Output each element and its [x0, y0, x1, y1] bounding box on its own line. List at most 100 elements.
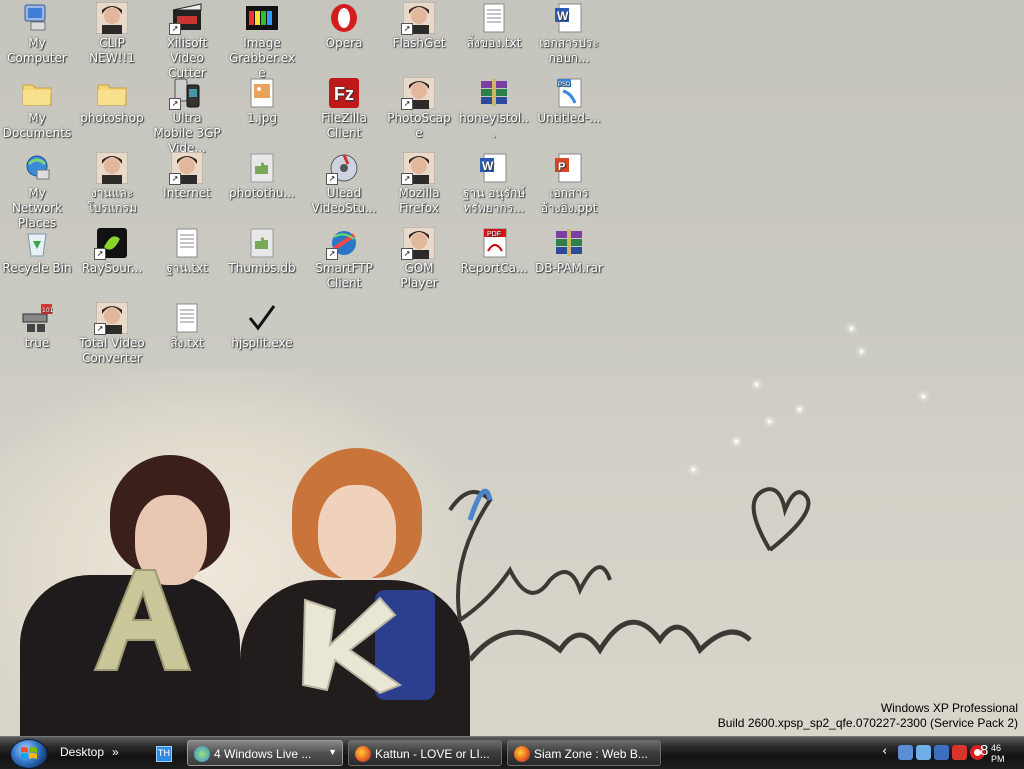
desktop-icon[interactable]: Recycle Bin [0, 227, 74, 276]
desktop-icon-label: SmartFTP Client [315, 261, 373, 290]
desktop-icon[interactable]: W เอกสารประกอบก... [532, 2, 606, 66]
sparkle [922, 395, 925, 398]
rar-archive-icon [478, 77, 510, 109]
desktop-icon-label: ReportCa... [460, 261, 528, 275]
firefox-icon [514, 746, 530, 762]
svg-text:W: W [557, 9, 569, 23]
desktop-icon[interactable]: Total Video Converter [75, 301, 149, 366]
desktop-icon[interactable]: สิ่ง.txt [150, 302, 224, 351]
desktop-icon[interactable]: RaySour... [75, 227, 149, 276]
dropdown-arrow-icon: ▼ [328, 747, 337, 757]
desktop-icon[interactable]: Opera [307, 2, 381, 51]
taskbar-button-siam-zone[interactable]: Siam Zone : Web B... [507, 740, 661, 766]
task-label: Siam Zone : Web B... [534, 747, 648, 761]
desktop-icon[interactable]: Ulead VideoStu... [307, 152, 381, 216]
desktop-icon[interactable]: Thumbs.db [225, 227, 299, 276]
wallpaper-signature [448, 487, 811, 662]
desktop-icon[interactable]: Fz FileZilla Client [307, 77, 381, 141]
desktop-icon-label: เอกสารอ้างอิง.ppt [540, 186, 598, 215]
desktop-icon-label: 1.jpg [246, 111, 278, 125]
shortcut-arrow-icon [169, 173, 181, 185]
desktop-icon[interactable]: PhotoScape [382, 76, 456, 141]
desktop-icon[interactable]: 1.jpg [225, 77, 299, 126]
desktop-icon[interactable]: honeyistol... [457, 77, 531, 141]
wallpaper-letter-a [93, 569, 192, 671]
user-icon[interactable] [916, 745, 931, 760]
photo-thumbnail-icon [95, 151, 129, 185]
video-cutter-icon [169, 2, 203, 35]
quick-launch-icon[interactable]: TH [156, 746, 172, 762]
task-label: 4 Windows Live ... [214, 747, 312, 761]
start-button[interactable] [10, 739, 48, 769]
network-server-icon: 101 [21, 302, 54, 334]
desktop-icon-label: Thumbs.db [228, 261, 296, 275]
desktop-icon-label: photoshop [80, 111, 144, 125]
desktop-icon[interactable]: P เอกสารอ้างอิง.ppt [532, 152, 606, 216]
desktop-icon-label: DB-PAM.rar [535, 261, 603, 275]
desktop-icon[interactable]: PDF ReportCa... [457, 227, 531, 276]
volume-icon[interactable] [934, 745, 949, 760]
shortcut-arrow-icon [401, 23, 413, 35]
desktop-icon-label: FileZilla Client [321, 111, 367, 140]
desktop-icon[interactable]: Mozilla Firefox [382, 151, 456, 216]
sparkle [768, 420, 771, 423]
desktop-icon[interactable]: 101 true [0, 302, 74, 351]
chevron-right-icon[interactable]: » [112, 745, 119, 759]
desktop-icon[interactable]: SmartFTP Client [307, 227, 381, 291]
desktop-icon[interactable]: CLIP NEW!!1 [75, 1, 149, 66]
folder-icon [96, 77, 128, 109]
desktop-icon-label: Opera [325, 36, 363, 50]
desktop-icon[interactable]: ฐาน.txt [150, 227, 224, 276]
antivirus-icon[interactable] [952, 745, 967, 760]
word-doc-icon: W [553, 2, 585, 34]
shortcut-arrow-icon [326, 173, 338, 185]
desktop-icon-label: สิ่ง.txt [170, 336, 204, 350]
desktop-icon[interactable]: My Documents [0, 77, 74, 141]
desktop-icon[interactable]: Xilisoft Video Cutter [150, 2, 224, 81]
desktop-icon-label: Ultra Mobile 3GP Vide... [153, 111, 221, 155]
puzzle-file-icon [246, 152, 278, 184]
taskbar-button-windows-live[interactable]: 4 Windows Live ... ▼ [187, 740, 343, 766]
raysource-icon [94, 227, 128, 260]
desktop-icon-label: เอกสารประกอบก... [539, 36, 599, 65]
desktop-toolbar[interactable]: Desktop » [60, 745, 119, 759]
photo-thumbnail-icon [95, 1, 129, 35]
desktop-icon[interactable]: DB-PAM.rar [532, 227, 606, 276]
desktop-icon-label: Recycle Bin [2, 261, 72, 275]
rar-archive-icon [553, 227, 585, 259]
desktop-icon[interactable]: Image Grabber.exe [225, 2, 299, 81]
tray-expand-icon[interactable]: ‹ [882, 744, 887, 759]
desktop-icon-label: Mozilla Firefox [398, 186, 440, 215]
desktop-icon[interactable]: PSD Untitled-... [532, 77, 606, 126]
text-file-icon [171, 227, 203, 259]
svg-text:W: W [482, 159, 494, 173]
desktop-icon[interactable]: สิ่งของ.txt [457, 2, 531, 51]
jpg-file-icon [246, 77, 278, 109]
ulead-icon [326, 152, 360, 185]
desktop-icon-label: GOM Player [400, 261, 438, 290]
photo-thumbnail-icon [401, 151, 436, 185]
desktop-icon-label: RaySour... [81, 261, 143, 275]
desktop-icon[interactable]: Internet [150, 151, 224, 201]
photo-thumbnail-icon [94, 301, 129, 335]
desktop-icon[interactable]: FlashGet [382, 1, 456, 51]
desktop-icon[interactable]: งานและโปรแกรม [75, 151, 149, 216]
desktop-icon[interactable]: hjsplit.exe [225, 302, 299, 351]
desktop-icon[interactable]: My Network Places [0, 152, 74, 231]
svg-text:101: 101 [42, 307, 53, 314]
smartftp-icon [326, 227, 360, 260]
network-icon[interactable] [898, 745, 913, 760]
taskbar-button-kattun[interactable]: Kattun - LOVE or LI... [348, 740, 502, 766]
desktop-icon[interactable]: photoshop [75, 77, 149, 126]
desktop-icon[interactable]: W ฐาน อนุรักษ์ทรัพยากร... [457, 152, 531, 216]
powerpoint-file-icon: P [553, 152, 585, 184]
sparkle [735, 440, 738, 443]
desktop-icon[interactable]: Ultra Mobile 3GP Vide... [150, 77, 224, 156]
desktop[interactable]: My Computer My Documents My Network Places… [0, 0, 1024, 736]
desktop-icon-label: Ulead VideoStu... [311, 186, 377, 215]
desktop-icon[interactable]: My Computer [0, 2, 74, 66]
word-doc-icon: W [478, 152, 510, 184]
desktop-icon[interactable]: photothu... [225, 152, 299, 201]
shortcut-arrow-icon [94, 323, 106, 335]
desktop-icon[interactable]: GOM Player [382, 226, 456, 291]
